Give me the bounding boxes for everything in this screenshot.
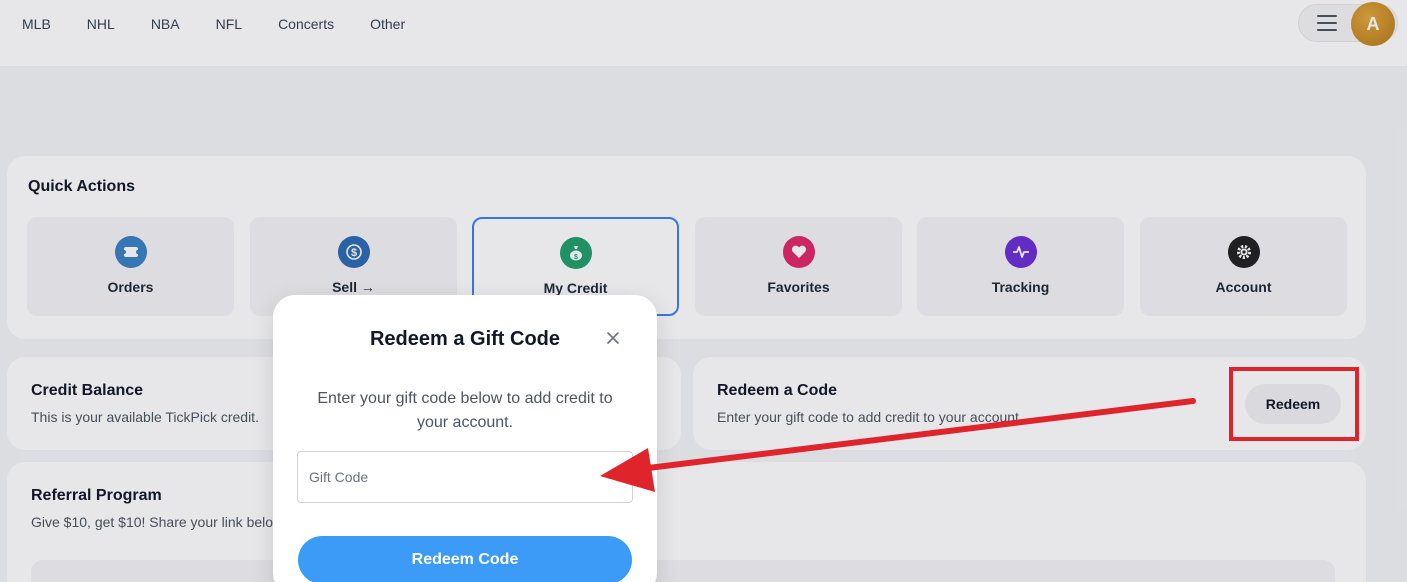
modal-backdrop[interactable] [0, 0, 1407, 582]
gift-code-input[interactable] [297, 451, 633, 503]
redeem-gift-code-modal: Redeem a Gift Code Enter your gift code … [273, 295, 657, 582]
modal-description: Enter your gift code below to add credit… [317, 390, 613, 431]
close-icon[interactable] [603, 329, 623, 349]
redeem-code-button[interactable]: Redeem Code [298, 536, 632, 582]
annotation-highlight-box [1229, 367, 1359, 441]
modal-title: Redeem a Gift Code [369, 328, 561, 350]
